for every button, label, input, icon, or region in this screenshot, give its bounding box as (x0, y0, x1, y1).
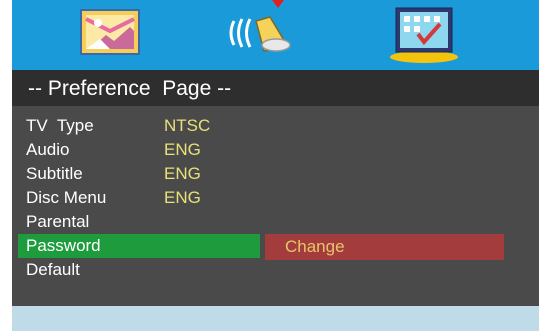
preference-menu: TV Type NTSC Audio ENG Subtitle ENG Disc… (12, 106, 539, 306)
menu-item-value: ENG (164, 140, 201, 159)
help-strip (12, 306, 539, 331)
speaker-icon[interactable] (226, 13, 298, 59)
page-title-bar: -- Preference Page -- (12, 70, 539, 106)
menu-item-value: NTSC (164, 116, 211, 135)
menu-item-password[interactable]: Password (12, 234, 272, 258)
menu-item-parental[interactable]: Parental (12, 210, 272, 234)
menu-item-label: Disc Menu (26, 188, 107, 207)
menu-item-label: Default (26, 260, 80, 279)
menu-item-default[interactable]: Default (12, 258, 272, 282)
checklist-icon[interactable] (388, 6, 460, 64)
submenu-option-label: Change (285, 237, 345, 256)
submenu-option-change[interactable]: Change (265, 234, 504, 260)
menu-item-label: Parental (26, 212, 90, 231)
page-title: -- Preference Page -- (28, 77, 232, 100)
menu-item-value: ENG (164, 164, 201, 183)
tab-selector-marker (272, 0, 284, 8)
menu-item-label: Password (26, 236, 101, 255)
menu-item-subtitle[interactable]: Subtitle ENG (12, 162, 272, 186)
menu-item-audio[interactable]: Audio ENG (12, 138, 272, 162)
settings-tab-bar (12, 0, 539, 70)
menu-item-label: Audio (26, 140, 70, 159)
menu-item-value: ENG (164, 188, 201, 207)
menu-item-label: Subtitle (26, 164, 83, 183)
picture-icon[interactable] (80, 9, 140, 55)
menu-item-label: TV Type (26, 116, 94, 135)
menu-item-disc-menu[interactable]: Disc Menu ENG (12, 186, 272, 210)
menu-item-tv-type[interactable]: TV Type NTSC (12, 114, 272, 138)
